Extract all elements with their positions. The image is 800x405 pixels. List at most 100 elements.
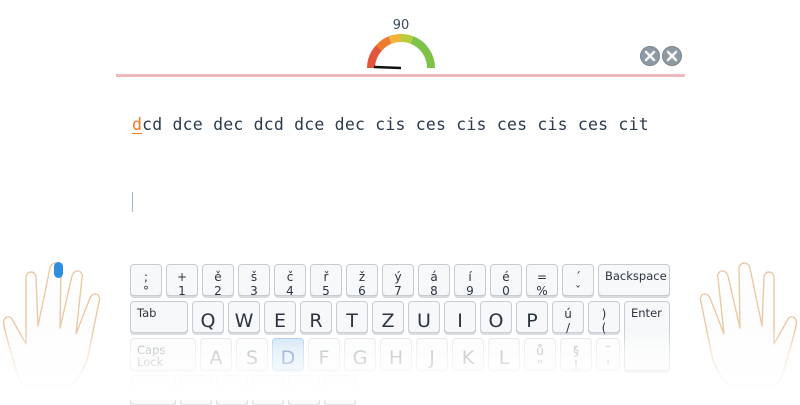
key-4[interactable]: č4: [274, 264, 306, 297]
key-8[interactable]: á8: [418, 264, 450, 298]
key-char: H: [388, 347, 404, 369]
keyboard-key[interactable]: [324, 375, 356, 405]
keyboard-key[interactable]: [216, 375, 248, 405]
key-bottom-char: !: [573, 358, 579, 372]
key-char: I: [457, 310, 463, 332]
key-g[interactable]: G: [344, 338, 376, 370]
speed-value: 90: [392, 18, 410, 33]
key-paren[interactable]: )(: [588, 301, 620, 334]
key-top-char: ů: [536, 344, 544, 358]
enter-key[interactable]: Enter: [624, 301, 670, 371]
key-bottom-char: %: [536, 284, 548, 298]
key-k[interactable]: K: [452, 338, 484, 370]
key-6[interactable]: ž6: [346, 264, 378, 298]
key-z[interactable]: Z: [372, 301, 404, 333]
key-top-char: č: [286, 270, 294, 284]
key-char: E: [273, 310, 286, 332]
key-top-char: ž: [358, 270, 366, 284]
key-top-char: ř: [323, 270, 329, 284]
exercise-text: dcd dce dec dcd dce dec cis ces cis ces …: [132, 115, 649, 134]
key-top-char: ): [601, 307, 607, 321]
typing-caret[interactable]: [132, 192, 133, 212]
key-char: O: [488, 310, 504, 332]
key-9[interactable]: í9: [454, 264, 486, 298]
key-section[interactable]: §!: [560, 338, 592, 372]
key-top-char: =: [536, 270, 548, 284]
speed-gauge: 90: [366, 18, 436, 70]
key-s[interactable]: S: [236, 338, 268, 370]
key-a[interactable]: A: [200, 338, 232, 370]
key-r[interactable]: R: [300, 301, 332, 333]
key-7[interactable]: ý7: [382, 264, 414, 297]
key-top-char: é: [502, 270, 510, 284]
key-top-char: ě: [214, 270, 222, 284]
key-bottom-char: 5: [322, 284, 330, 298]
key-label: Tab: [137, 306, 157, 320]
caps-lock-key[interactable]: Caps Lock: [130, 338, 196, 370]
key-diaeresis[interactable]: ¨ ': [596, 338, 620, 372]
key-bottom-char: /: [565, 321, 571, 335]
key-bottom-char: °: [143, 284, 149, 298]
key-t[interactable]: T: [336, 301, 368, 333]
key-char: Q: [200, 310, 216, 332]
close-button[interactable]: [640, 46, 660, 66]
key-u[interactable]: U: [408, 301, 440, 333]
key-h[interactable]: H: [380, 338, 412, 370]
key-2[interactable]: ě2: [202, 264, 234, 297]
remaining-text: cd dce dec dcd dce dec cis ces cis ces c…: [142, 115, 649, 134]
close-button[interactable]: [662, 46, 682, 66]
close-icon: [644, 50, 656, 62]
key-label: Caps Lock: [137, 343, 166, 369]
key-j[interactable]: J: [416, 338, 448, 370]
key-char: P: [526, 310, 538, 332]
key-char: Z: [381, 310, 395, 332]
key-char: T: [346, 310, 358, 332]
key-bottom-char: 8: [430, 284, 438, 298]
key-f[interactable]: F: [308, 338, 340, 370]
key-p[interactable]: P: [516, 301, 548, 333]
keyboard-key[interactable]: [252, 375, 284, 405]
key-bottom-char: 6: [358, 284, 366, 298]
left-hand-icon: [2, 262, 101, 386]
key-l[interactable]: L: [488, 338, 520, 370]
key-o[interactable]: O: [480, 301, 512, 333]
key-top-char: ú: [564, 307, 572, 321]
key-q[interactable]: Q: [192, 301, 224, 333]
key-label: Enter: [631, 306, 662, 320]
key-5[interactable]: ř5: [310, 264, 342, 298]
key-d-active[interactable]: D: [272, 338, 304, 370]
key-top-char: š: [250, 270, 258, 284]
key-acute[interactable]: ´ ˇ: [562, 264, 594, 297]
key-w[interactable]: W: [228, 301, 260, 333]
key-equals[interactable]: =%: [526, 264, 558, 298]
key-char: D: [280, 347, 296, 369]
key-u-acute[interactable]: ú /: [552, 301, 584, 335]
backspace-key[interactable]: Backspace: [598, 264, 670, 296]
on-screen-keyboard: ; ° +1 ě2 š3 č4 ř5 ž6 ý7 á8 í9 é0 =% ´ ˇ B…: [127, 260, 673, 405]
key-bottom-char: ': [606, 358, 610, 372]
key-3[interactable]: š3: [238, 264, 270, 298]
key-semicolon[interactable]: ; °: [130, 264, 162, 298]
keyboard-key[interactable]: [288, 375, 320, 405]
key-char: L: [498, 347, 510, 369]
key-i[interactable]: I: [444, 301, 476, 333]
key-char: K: [461, 347, 475, 369]
tab-key[interactable]: Tab: [130, 301, 188, 333]
key-bottom-char: ": [537, 358, 543, 372]
key-top-char: §: [573, 344, 579, 358]
key-char: F: [318, 347, 330, 369]
key-char: A: [209, 347, 223, 369]
gauge-dial: [367, 34, 436, 70]
key-label: Backspace: [605, 269, 667, 283]
key-char: G: [352, 347, 368, 369]
key-e[interactable]: E: [264, 301, 296, 333]
shift-key[interactable]: [130, 375, 176, 405]
key-bottom-char: 3: [250, 284, 258, 298]
key-bottom-char: 1: [178, 284, 186, 298]
key-1[interactable]: +1: [166, 264, 198, 298]
key-bottom-char: 9: [466, 284, 474, 298]
key-0[interactable]: é0: [490, 264, 522, 298]
key-u-ring[interactable]: ů ": [524, 338, 556, 372]
key-bottom-char: 0: [502, 284, 510, 298]
keyboard-key[interactable]: [180, 375, 212, 405]
